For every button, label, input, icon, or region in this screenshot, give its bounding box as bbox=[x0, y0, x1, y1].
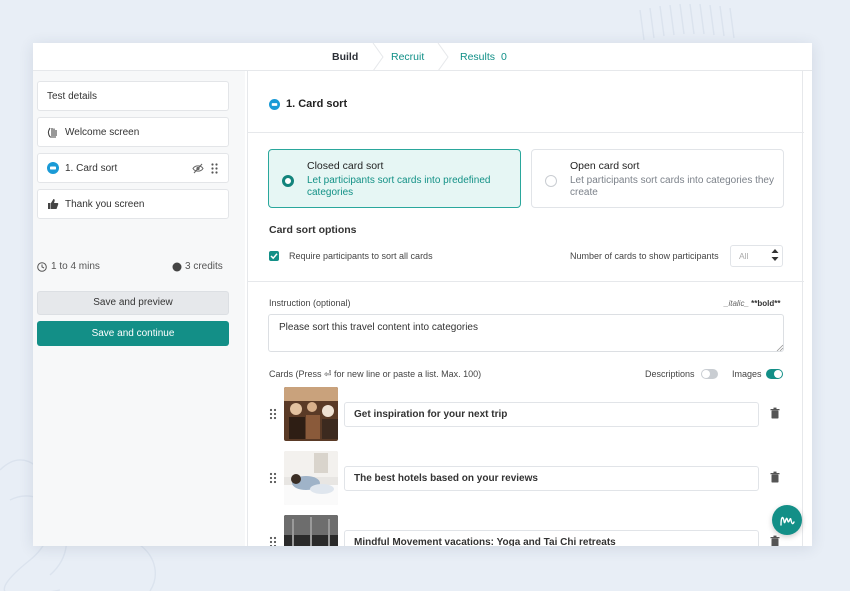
option-title: Closed card sort bbox=[307, 160, 384, 172]
drag-handle-icon[interactable] bbox=[269, 536, 277, 546]
trash-icon[interactable] bbox=[769, 471, 781, 483]
card-row: The best hotels based on your reviews bbox=[248, 451, 804, 507]
tab-results[interactable]: Results 0 bbox=[460, 51, 507, 63]
check-icon bbox=[270, 253, 278, 260]
sidebar-item-welcome-screen[interactable]: Welcome screen bbox=[37, 117, 229, 147]
bold-hint: **bold** bbox=[751, 299, 781, 308]
drag-handle-icon[interactable] bbox=[269, 408, 277, 420]
card-sort-icon bbox=[269, 99, 280, 110]
sidebar: Test details Welcome screen 1. Card sort… bbox=[33, 71, 245, 546]
italic-hint: _italic_ bbox=[724, 299, 749, 308]
descriptions-toggle[interactable] bbox=[701, 369, 718, 379]
tab-build[interactable]: Build bbox=[332, 51, 358, 63]
credits-text: 3 credits bbox=[185, 261, 223, 272]
clock-icon bbox=[37, 262, 47, 272]
drag-handle-icon[interactable] bbox=[211, 163, 218, 174]
scribble-logo-icon bbox=[780, 516, 795, 526]
closed-card-sort-option[interactable]: Closed card sort Let participants sort c… bbox=[268, 149, 521, 208]
require-all-checkbox[interactable] bbox=[269, 251, 279, 261]
card-sort-editor: 1. Card sort Closed card sort Let partic… bbox=[247, 71, 804, 546]
help-chat-button[interactable] bbox=[772, 505, 802, 535]
instruction-label: Instruction (optional) bbox=[269, 298, 351, 308]
card-text-input[interactable]: Get inspiration for your next trip bbox=[344, 402, 759, 427]
require-all-label: Require participants to sort all cards bbox=[289, 251, 433, 261]
sidebar-item-thank-you-screen[interactable]: Thank you screen bbox=[37, 189, 229, 219]
save-and-preview-button[interactable]: Save and preview bbox=[37, 291, 229, 315]
section-title: 1. Card sort bbox=[286, 98, 348, 110]
eye-off-icon[interactable] bbox=[192, 163, 204, 174]
chevron-right-icon bbox=[372, 43, 384, 71]
save-and-continue-button[interactable]: Save and continue bbox=[37, 321, 229, 346]
card-text-input[interactable]: Mindful Movement vacations: Yoga and Tai… bbox=[344, 530, 759, 546]
duration-text: 1 to 4 mins bbox=[51, 261, 100, 272]
divider bbox=[248, 281, 804, 282]
stepper-arrows-icon[interactable] bbox=[770, 247, 780, 263]
drag-handle-icon[interactable] bbox=[269, 472, 277, 484]
card-sort-icon bbox=[47, 162, 59, 174]
num-cards-label: Number of cards to show participants bbox=[570, 251, 719, 261]
open-card-sort-radio[interactable] bbox=[545, 175, 557, 187]
images-label: Images bbox=[732, 369, 762, 379]
waving-hand-icon bbox=[47, 127, 57, 138]
card-text-input[interactable]: The best hotels based on your reviews bbox=[344, 466, 759, 491]
option-title: Open card sort bbox=[570, 160, 640, 172]
card-row: Get inspiration for your next trip bbox=[248, 387, 804, 443]
tab-recruit[interactable]: Recruit bbox=[391, 51, 424, 63]
open-card-sort-option[interactable]: Open card sort Let participants sort car… bbox=[531, 149, 784, 208]
chevron-right-icon bbox=[437, 43, 449, 71]
sidebar-item-label: 1. Card sort bbox=[65, 163, 118, 174]
card-image-photo bbox=[284, 387, 338, 441]
card-image-photo bbox=[284, 515, 338, 546]
top-nav: Build Recruit Results 0 bbox=[33, 43, 812, 71]
option-description: Let participants sort cards into predefi… bbox=[307, 175, 491, 198]
card-image[interactable] bbox=[284, 451, 338, 505]
resize-handle-icon[interactable] bbox=[776, 344, 783, 351]
sidebar-item-label: Test details bbox=[47, 91, 98, 102]
sidebar-item-test-details[interactable]: Test details bbox=[37, 81, 229, 111]
tab-results-label: Results bbox=[460, 51, 496, 63]
trash-icon[interactable] bbox=[769, 535, 781, 546]
sidebar-item-card-sort[interactable]: 1. Card sort bbox=[37, 153, 229, 183]
section-header: 1. Card sort bbox=[248, 71, 804, 133]
trash-icon[interactable] bbox=[769, 407, 781, 419]
results-count: 0 bbox=[501, 51, 507, 63]
closed-card-sort-radio[interactable] bbox=[282, 175, 294, 187]
sidebar-item-label: Thank you screen bbox=[65, 199, 145, 210]
instruction-textarea[interactable]: Please sort this travel content into cat… bbox=[268, 314, 784, 352]
cards-label: Cards (Press ⏎ for new line or paste a l… bbox=[269, 369, 482, 379]
card-row: Mindful Movement vacations: Yoga and Tai… bbox=[248, 515, 804, 546]
thumbs-up-icon bbox=[48, 199, 59, 209]
option-description: Let participants sort cards into categor… bbox=[570, 175, 774, 198]
images-toggle[interactable] bbox=[766, 369, 783, 379]
app-window: Build Recruit Results 0 Test details Welc… bbox=[33, 43, 812, 546]
card-image[interactable] bbox=[284, 515, 338, 546]
card-sort-options-title: Card sort options bbox=[269, 224, 357, 236]
sidebar-item-label: Welcome screen bbox=[65, 127, 140, 138]
card-image[interactable] bbox=[284, 387, 338, 441]
card-image-photo bbox=[284, 451, 338, 505]
credits-icon bbox=[172, 262, 182, 272]
format-hint: _italic_ **bold** bbox=[724, 299, 780, 308]
descriptions-label: Descriptions bbox=[645, 369, 695, 379]
